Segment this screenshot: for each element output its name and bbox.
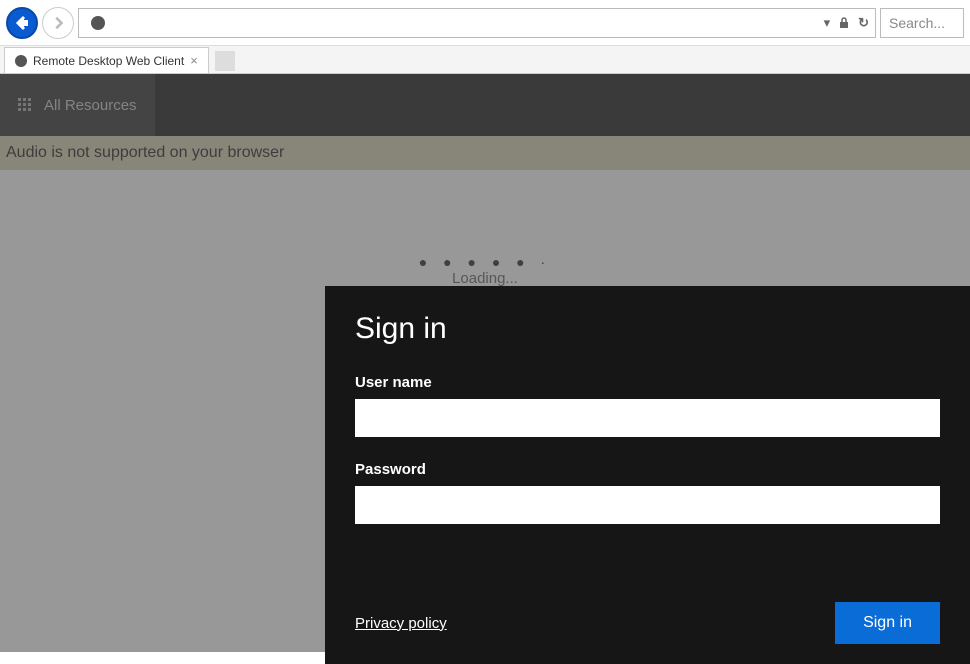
- username-input[interactable]: [355, 399, 940, 437]
- site-favicon-icon: [91, 16, 105, 30]
- lock-icon: [838, 17, 850, 29]
- dropdown-caret-icon[interactable]: ▾: [824, 15, 831, 31]
- password-label: Password: [355, 461, 940, 478]
- signin-button[interactable]: Sign in: [835, 602, 940, 644]
- page-content: All Resources Audio is not supported on …: [0, 74, 970, 652]
- username-label: User name: [355, 374, 940, 391]
- close-tab-button[interactable]: ×: [190, 54, 198, 67]
- search-placeholder: Search...: [889, 15, 945, 31]
- privacy-policy-link[interactable]: Privacy policy: [355, 615, 447, 632]
- signin-footer: Privacy policy Sign in: [355, 592, 940, 644]
- tab-favicon-icon: [15, 55, 27, 67]
- forward-button[interactable]: [42, 7, 74, 39]
- tab-strip: Remote Desktop Web Client ×: [0, 46, 970, 74]
- signin-title: Sign in: [355, 312, 940, 346]
- refresh-icon[interactable]: ↻: [858, 15, 869, 31]
- browser-tab[interactable]: Remote Desktop Web Client ×: [4, 47, 209, 73]
- back-button[interactable]: [6, 7, 38, 39]
- password-input[interactable]: [355, 486, 940, 524]
- browser-toolbar: ▾ ↻ Search...: [0, 0, 970, 46]
- arrow-left-icon: [14, 15, 30, 31]
- search-box[interactable]: Search...: [880, 8, 964, 38]
- new-tab-button[interactable]: [215, 51, 235, 71]
- signin-panel: Sign in User name Password Privacy polic…: [325, 286, 970, 664]
- tab-title: Remote Desktop Web Client: [33, 54, 184, 68]
- address-bar[interactable]: ▾ ↻: [78, 8, 876, 38]
- arrow-right-icon: [51, 16, 65, 30]
